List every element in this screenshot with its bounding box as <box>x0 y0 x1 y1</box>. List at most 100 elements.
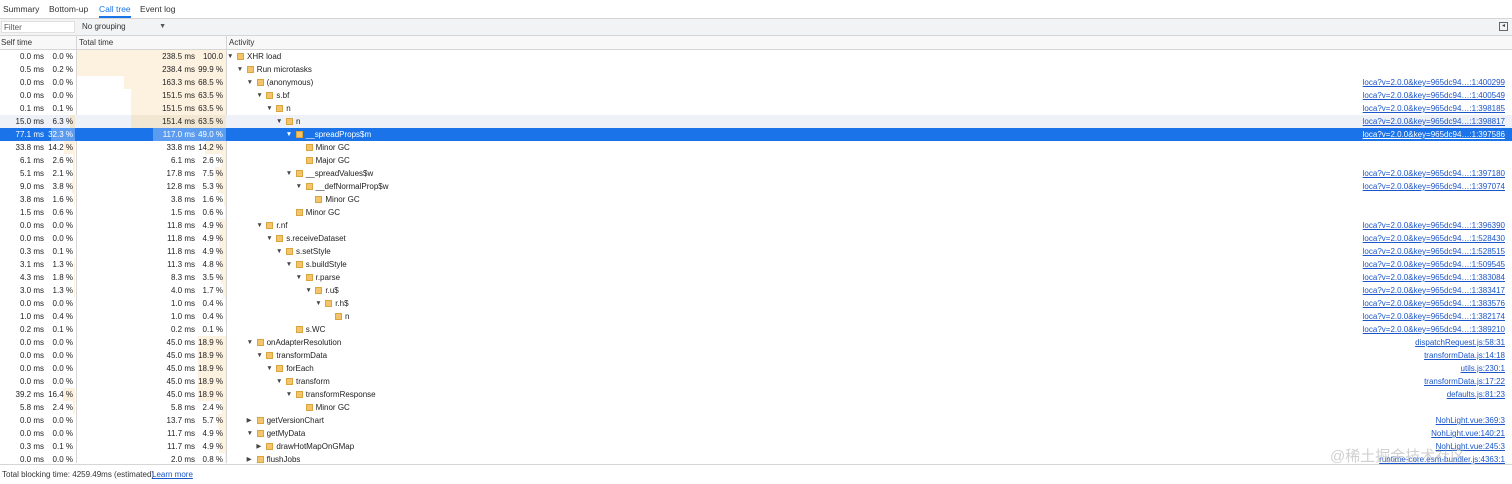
table-row[interactable]: 0.0 ms0.0 %238.5 ms100.0 %▼XHR load <box>0 50 1512 74</box>
table-row[interactable]: 0.3 ms 0.1 % 11.7 ms 4.9 % ▶ drawHotMapOnGMap… <box>0 440 1512 453</box>
table-row[interactable]: 5.8 ms 2.4 % 5.8 ms 2.4 % Minor GC <box>0 401 1512 414</box>
grouping-select[interactable]: No grouping ▼ <box>82 21 166 33</box>
table-row[interactable]: 0.5 ms 0.2 % 238.4 ms 99.9 % ▼ Run microtasks <box>0 63 1512 76</box>
tab-bottom-up[interactable]: Bottom-up <box>49 0 88 18</box>
expand-arrow-icon[interactable]: ▼ <box>315 297 321 310</box>
table-row[interactable]: 3.0 ms 1.3 % 4.0 ms 1.7 % ▼ r.u$ loca?v=2.0.0&… <box>0 284 1512 297</box>
expand-arrow-icon[interactable]: ▼ <box>286 258 292 271</box>
source-link[interactable]: loca?v=2.0.0&key=965dc94…:1:383084 <box>1363 271 1505 284</box>
source-link[interactable]: loca?v=2.0.0&key=965dc94…:1:528515 <box>1363 245 1505 258</box>
filter-input[interactable]: Filter <box>1 21 75 33</box>
tab-call-tree[interactable]: Call tree <box>99 0 131 18</box>
expand-arrow-icon[interactable]: ▼ <box>286 167 292 180</box>
source-link[interactable]: loca?v=2.0.0&key=965dc94…:1:400299 <box>1363 76 1505 89</box>
source-link[interactable]: loca?v=2.0.0&key=965dc94…:1:397074 <box>1363 180 1505 193</box>
expand-arrow-icon[interactable]: ▼ <box>286 388 292 401</box>
table-row[interactable]: 77.1 ms 32.3 % 117.0 ms 49.0 % ▼ __spreadProp… <box>0 128 1512 141</box>
source-link[interactable]: utils.js:230:1 <box>1461 362 1505 375</box>
source-link[interactable]: loca?v=2.0.0&key=965dc94…:1:509545 <box>1363 258 1505 271</box>
table-row[interactable]: 3.8 ms 1.6 % 3.8 ms 1.6 % Minor GC <box>0 193 1512 206</box>
self-time-pct: 6.3 % <box>52 117 73 126</box>
total-time-pct: 18.9 % <box>198 390 223 399</box>
table-row[interactable]: 0.0 ms 0.0 % 163.3 ms 68.5 % ▼ (anonymous) loc… <box>0 76 1512 89</box>
table-row[interactable]: 0.0 ms 0.0 % 13.7 ms 5.7 % ▶ getVersionChart N… <box>0 414 1512 427</box>
table-row[interactable]: 3.1 ms 1.3 % 11.3 ms 4.8 % ▼ s.buildStyle loca… <box>0 258 1512 271</box>
table-row[interactable]: 33.8 ms 14.2 % 33.8 ms 14.2 % Minor GC <box>0 141 1512 154</box>
source-link[interactable]: loca?v=2.0.0&key=965dc94…:1:397180 <box>1363 167 1505 180</box>
table-row[interactable]: 1.5 ms 0.6 % 1.5 ms 0.6 % Minor GC <box>0 206 1512 219</box>
table-row[interactable]: 0.0 ms 0.0 % 11.7 ms 4.9 % ▼ getMyData NohLigh… <box>0 427 1512 440</box>
source-link[interactable]: loca?v=2.0.0&key=965dc94…:1:400549 <box>1363 89 1505 102</box>
expand-arrow-icon[interactable]: ▼ <box>227 50 233 63</box>
table-row[interactable]: 0.0 ms 0.0 % 45.0 ms 18.9 % ▼ onAdapterResolu… <box>0 336 1512 349</box>
source-link[interactable]: transformData.js:17:22 <box>1424 375 1505 388</box>
self-time-pct: 1.6 % <box>52 195 73 204</box>
table-row[interactable]: 5.1 ms 2.1 % 17.8 ms 7.5 % ▼ __spreadValues$w… <box>0 167 1512 180</box>
expand-arrow-icon[interactable]: ▼ <box>237 63 243 76</box>
table-row[interactable]: 4.3 ms 1.8 % 8.3 ms 3.5 % ▼ r.parse loca?v=2.0… <box>0 271 1512 284</box>
source-link[interactable]: loca?v=2.0.0&key=965dc94…:1:382174 <box>1363 310 1505 323</box>
total-time-pct: 4.9 % <box>202 221 223 230</box>
table-row[interactable]: 0.0 ms 0.0 % 151.5 ms 63.5 % ▼ s.bf loca?v=2.0… <box>0 89 1512 102</box>
table-row[interactable]: 0.0 ms 0.0 % 45.0 ms 18.9 % ▼ transform transf… <box>0 375 1512 388</box>
source-link[interactable]: loca?v=2.0.0&key=965dc94…:1:528430 <box>1363 232 1505 245</box>
expand-arrow-icon[interactable]: ▼ <box>296 271 302 284</box>
collapse-arrow-icon[interactable]: ▶ <box>256 440 261 453</box>
self-time-pct: 0.1 % <box>52 104 73 113</box>
source-link[interactable]: loca?v=2.0.0&key=965dc94…:1:383576 <box>1363 297 1505 310</box>
collapse-arrow-icon[interactable]: ▶ <box>247 414 252 427</box>
table-row[interactable]: 39.2 ms 16.4 % 45.0 ms 18.9 % ▼ transformResp… <box>0 388 1512 401</box>
total-time-pct: 0.4 % <box>202 312 223 321</box>
expand-arrow-icon[interactable]: ▼ <box>247 76 253 89</box>
source-link[interactable]: transformData.js:14:18 <box>1424 349 1505 362</box>
table-row[interactable]: 0.0 ms 0.0 % 11.8 ms 4.9 % ▼ r.nf loca?v=2.0.0… <box>0 219 1512 232</box>
source-link[interactable]: NohLight.vue:369:3 <box>1436 414 1505 427</box>
source-link[interactable]: dispatchRequest.js:58:31 <box>1415 336 1505 349</box>
table-row[interactable]: 15.0 ms 6.3 % 151.4 ms 63.5 % ▼ n loca?v=2.0.0… <box>0 115 1512 128</box>
source-link[interactable]: NohLight.vue:140:21 <box>1431 427 1505 440</box>
table-row[interactable]: 0.0 ms 0.0 % 1.0 ms 0.4 % ▼ r.h$ loca?v=2.0.0&… <box>0 297 1512 310</box>
expand-arrow-icon[interactable]: ▼ <box>266 232 272 245</box>
source-link[interactable]: loca?v=2.0.0&key=965dc94…:1:383417 <box>1363 284 1505 297</box>
expand-arrow-icon[interactable]: ▼ <box>256 349 262 362</box>
table-row[interactable]: 9.0 ms 3.8 % 12.8 ms 5.3 % ▼ __defNormalProp$… <box>0 180 1512 193</box>
expand-arrow-icon[interactable]: ▼ <box>247 336 253 349</box>
source-link[interactable]: loca?v=2.0.0&key=965dc94…:1:396390 <box>1363 219 1505 232</box>
expand-arrow-icon[interactable]: ▼ <box>266 362 272 375</box>
expand-arrow-icon[interactable]: ▼ <box>276 375 282 388</box>
source-link[interactable]: loca?v=2.0.0&key=965dc94…:1:398185 <box>1363 102 1505 115</box>
learn-more-link[interactable]: Learn more <box>152 465 193 484</box>
tab-summary[interactable]: Summary <box>3 0 39 18</box>
table-row[interactable]: 0.0 ms 0.0 % 45.0 ms 18.9 % ▼ transformData tr… <box>0 349 1512 362</box>
expand-arrow-icon[interactable]: ▼ <box>247 427 253 440</box>
table-row[interactable]: 1.0 ms 0.4 % 1.0 ms 0.4 % n loca?v=2.0.0&key=… <box>0 310 1512 323</box>
table-row[interactable]: 0.3 ms 0.1 % 11.8 ms 4.9 % ▼ s.setStyle loca?v… <box>0 245 1512 258</box>
table-row[interactable]: 6.1 ms 2.6 % 6.1 ms 2.6 % Major GC <box>0 154 1512 167</box>
expand-arrow-icon[interactable]: ▼ <box>296 180 302 193</box>
tab-event-log[interactable]: Event log <box>140 0 175 18</box>
source-link[interactable]: loca?v=2.0.0&key=965dc94…:1:397586 <box>1363 128 1505 141</box>
expand-arrow-icon[interactable]: ▼ <box>266 102 272 115</box>
function-node-icon <box>237 53 244 60</box>
expand-arrow-icon[interactable]: ▼ <box>305 284 311 297</box>
table-row[interactable]: 0.0 ms 0.0 % 45.0 ms 18.9 % ▼ forEach utils.js… <box>0 362 1512 375</box>
expand-arrow-icon[interactable]: ▼ <box>276 245 282 258</box>
expand-arrow-icon[interactable]: ▼ <box>286 128 292 141</box>
expand-arrow-icon[interactable]: ▼ <box>256 89 262 102</box>
source-link[interactable]: loca?v=2.0.0&key=965dc94…:1:389210 <box>1363 323 1505 336</box>
total-time-ms: 12.8 ms <box>166 182 195 191</box>
expand-arrow-icon[interactable]: ▼ <box>276 115 282 128</box>
expand-arrow-icon[interactable]: ▼ <box>256 219 262 232</box>
toggle-sidebar-icon[interactable]: ◂ <box>1499 22 1508 31</box>
function-node-icon <box>295 261 303 268</box>
activity-header[interactable]: Activity <box>229 36 254 49</box>
total-time-ms: 8.3 ms <box>170 273 195 282</box>
total-time-header[interactable]: Total time <box>79 36 113 49</box>
source-link[interactable]: loca?v=2.0.0&key=965dc94…:1:398817 <box>1363 115 1505 128</box>
table-row[interactable]: 0.2 ms 0.1 % 0.2 ms 0.1 % s.WC loca?v=2.0.0&k… <box>0 323 1512 336</box>
table-row[interactable]: 0.1 ms 0.1 % 151.5 ms 63.5 % ▼ n loca?v=2.0.0&… <box>0 102 1512 115</box>
self-time-header[interactable]: Self time <box>1 36 32 49</box>
table-row[interactable]: 0.0 ms 0.0 % 11.8 ms 4.9 % ▼ s.receiveDataset… <box>0 232 1512 245</box>
source-link[interactable]: defaults.js:81:23 <box>1447 388 1505 401</box>
activity-name: Minor GC <box>305 208 341 217</box>
